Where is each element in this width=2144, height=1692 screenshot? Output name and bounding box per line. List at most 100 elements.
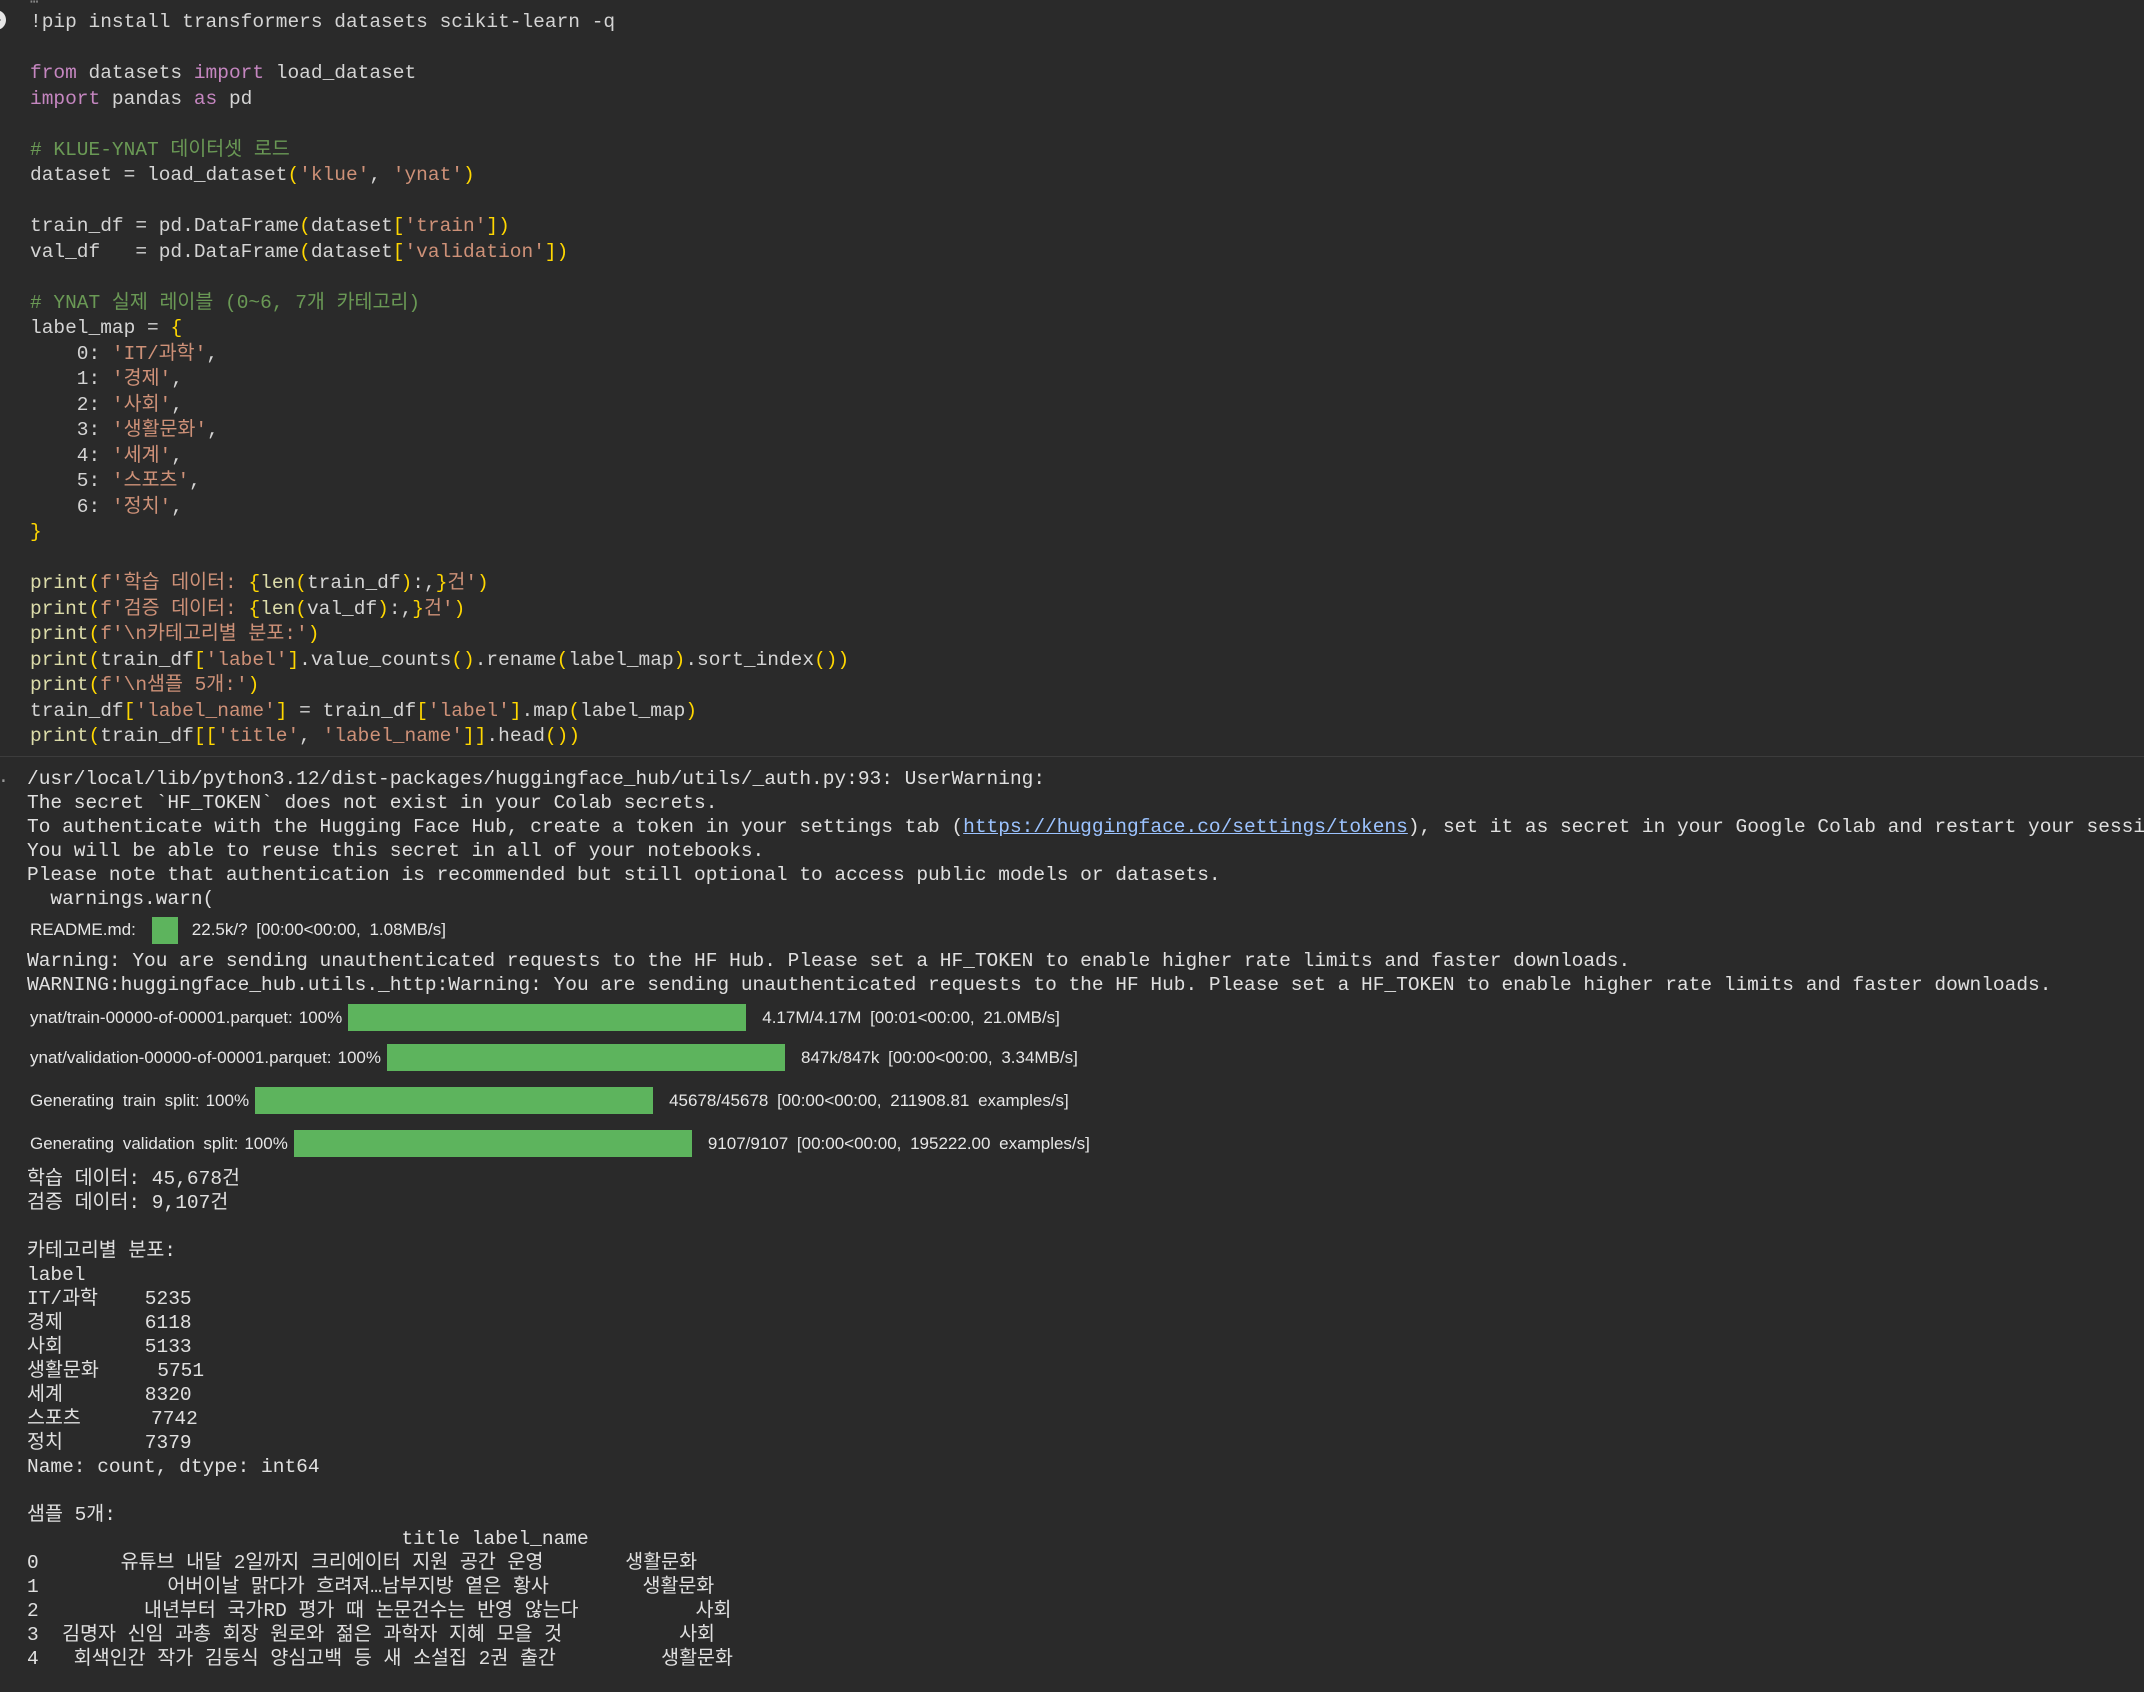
cell-divider xyxy=(0,756,2144,757)
code-line: label_map = { xyxy=(30,316,849,342)
code-token: () xyxy=(544,725,569,747)
code-token: ) xyxy=(568,725,581,747)
code-token: 'train' xyxy=(404,215,487,237)
code-token: print xyxy=(30,597,89,620)
progress-fill xyxy=(348,1004,747,1031)
code-line: from datasets import load_dataset xyxy=(30,61,849,87)
progress-label: Generating train split: xyxy=(30,1090,200,1110)
code-token: f'학습 데이터: xyxy=(100,572,249,594)
code-token: 1: xyxy=(30,368,112,390)
code-token: print xyxy=(30,623,89,645)
code-token: 2: xyxy=(30,393,112,416)
code-line: train_df['label_name'] = train_df['label… xyxy=(30,699,849,725)
code-token: () xyxy=(451,648,475,671)
code-line: print(train_df['label'].value_counts().r… xyxy=(30,648,849,674)
code-token: ) xyxy=(400,572,413,594)
code-token: ] xyxy=(509,699,522,722)
progress-label: Generating validation split: xyxy=(30,1133,239,1153)
code-token: train_df xyxy=(30,699,124,722)
code-token: '스포츠' xyxy=(111,470,190,492)
code-token: { xyxy=(170,317,183,339)
progress-stats: 45678/45678 [00:00<00:00, 211908.81 exam… xyxy=(669,1090,1069,1110)
code-editor[interactable]: !pip install transformers datasets sciki… xyxy=(30,10,849,750)
download-progress: ynat/validation-00000-of-00001.parquet: 1… xyxy=(27,1036,2137,1079)
progress-percent: 100% xyxy=(205,1090,250,1110)
code-line: 2: '사회', xyxy=(30,393,849,419)
progress-stats: 4.17M/4.17M [00:01<00:00, 21.0MB/s] xyxy=(762,1007,1060,1027)
code-token: = train_df xyxy=(287,699,417,722)
code-token: , xyxy=(189,470,201,492)
code-token: , xyxy=(206,342,219,365)
progress-bar xyxy=(255,1087,654,1114)
code-token: 4: xyxy=(30,444,112,467)
code-line: 0: 'IT/과학', xyxy=(30,342,849,368)
code-line: 3: '생활문화', xyxy=(30,418,849,444)
code-token: , xyxy=(369,164,393,186)
hf-tokens-link[interactable]: https://huggingface.co/settings/tokens xyxy=(963,816,1408,838)
code-line: print(f'\n카테고리별 분포:') xyxy=(30,622,849,648)
code-token: ) xyxy=(556,240,569,263)
code-token: ( xyxy=(88,572,101,594)
code-token: [ xyxy=(392,240,405,263)
code-token: , xyxy=(171,393,183,416)
output-menu-icon[interactable]: · xyxy=(0,771,9,792)
progress-bar xyxy=(386,1044,785,1071)
readme-progress-bar xyxy=(151,916,178,944)
code-token: } xyxy=(412,597,424,620)
code-token: pd xyxy=(217,87,253,110)
code-token: 건' xyxy=(423,597,454,620)
code-token: print xyxy=(30,572,89,594)
code-token: dataset = load_dataset xyxy=(30,164,288,186)
code-token: 'validation' xyxy=(404,240,545,263)
code-token: import xyxy=(193,62,265,84)
code-token: ( xyxy=(88,725,101,747)
code-token: ( xyxy=(287,164,300,186)
code-line: !pip install transformers datasets sciki… xyxy=(30,10,849,36)
warning-line: To authenticate with the Hugging Face Hu… xyxy=(27,816,964,838)
progress-label: ynat/train-00000-of-00001.parquet: xyxy=(30,1007,293,1027)
code-token: ) xyxy=(377,597,389,620)
code-token: ( xyxy=(88,623,101,645)
code-token: () xyxy=(814,648,838,671)
code-token: ( xyxy=(299,240,311,263)
code-token: # KLUE-YNAT 데이터셋 로드 xyxy=(30,138,290,161)
warning-line: warnings.warn( xyxy=(27,888,215,910)
code-token: .head xyxy=(486,725,545,747)
code-token: print xyxy=(30,674,89,696)
code-token: ) xyxy=(307,623,320,645)
progress-bar xyxy=(348,1004,747,1031)
code-token: [ xyxy=(123,699,136,722)
code-token: 'ynat' xyxy=(392,164,463,186)
code-cell[interactable]: ⋯ !pip install transformers datasets sci… xyxy=(0,0,2144,752)
code-token: ) xyxy=(463,164,475,186)
code-line: # KLUE-YNAT 데이터셋 로드 xyxy=(30,138,849,164)
progress-fill xyxy=(386,1044,785,1071)
code-token: '생활문화' xyxy=(111,419,208,441)
code-token: as xyxy=(193,87,218,110)
download-progress: ynat/train-00000-of-00001.parquet: 100% 4.… xyxy=(27,999,2137,1036)
cell-top-ellipsis: ⋯ xyxy=(30,0,39,10)
code-token: ( xyxy=(295,572,307,594)
notebook-cell: ⋯ !pip install transformers datasets sci… xyxy=(0,0,2144,1670)
run-cell-button[interactable] xyxy=(0,10,6,30)
code-token: f'검증 데이터: xyxy=(100,597,249,620)
code-token: 5: xyxy=(30,470,112,492)
code-line: # YNAT 실제 레이블 (0~6, 7개 카테고리) xyxy=(30,291,849,317)
code-line: val_df = pd.DataFrame(dataset['validatio… xyxy=(30,240,849,266)
code-token: 건' xyxy=(447,572,478,594)
code-token: , xyxy=(171,368,183,390)
download-progress: Generating validation split: 100% 9107/910… xyxy=(27,1122,2137,1165)
code-token: ] xyxy=(544,240,557,263)
code-token: { xyxy=(248,597,261,620)
readme-stats: 22.5k/? [00:00<00:00, 1.08MB/s] xyxy=(191,920,446,939)
code-token: from xyxy=(30,62,77,84)
code-token: label_map xyxy=(580,699,686,722)
code-line: 6: '정치', xyxy=(30,495,849,521)
code-token: :, xyxy=(388,597,413,620)
code-line: } xyxy=(30,520,849,546)
code-token: , xyxy=(299,725,323,747)
code-token: len xyxy=(260,597,296,620)
warning-line: ), set it as secret in your Google Colab… xyxy=(1407,816,2144,838)
code-line: train_df = pd.DataFrame(dataset['train']… xyxy=(30,214,849,240)
